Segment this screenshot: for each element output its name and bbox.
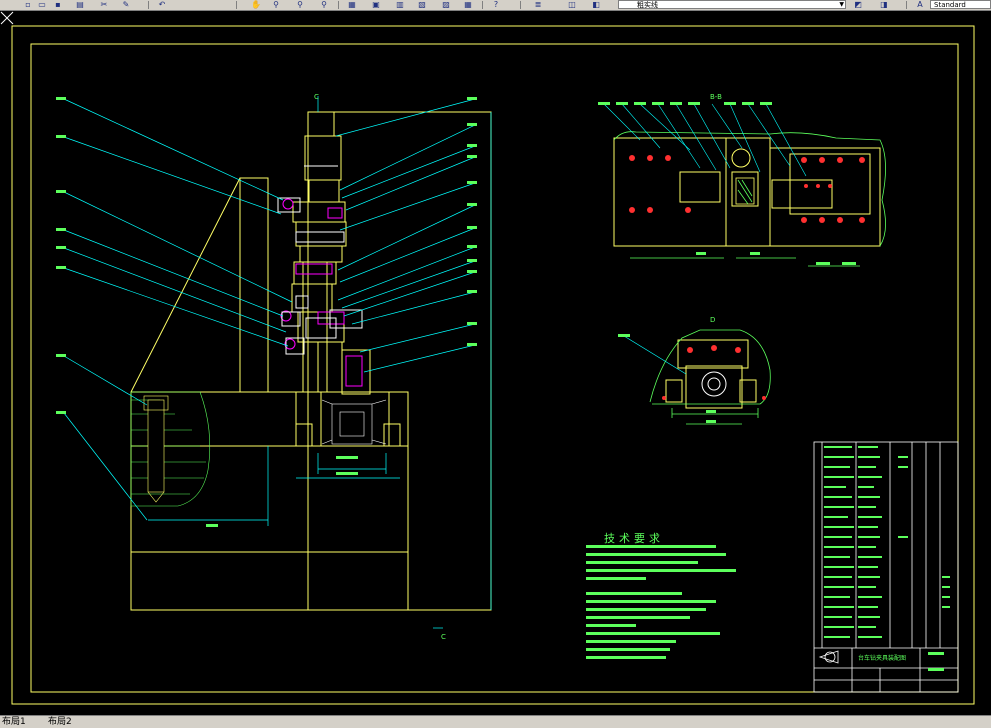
white-parts <box>277 165 363 355</box>
main-view <box>130 111 492 611</box>
title-block-logo <box>818 650 839 664</box>
style-combo-value: Standard <box>934 1 966 9</box>
text-style-icon[interactable]: A <box>914 0 926 9</box>
leader-lines <box>63 96 492 629</box>
layer-state-icon[interactable]: ◫ <box>566 0 578 9</box>
zoom-previous-icon[interactable]: ⚲ <box>318 0 330 9</box>
drawing-svg: 台车钻夹具装配图 C C B-B D <box>11 25 975 705</box>
tech-requirements-title: 技术要求 <box>604 532 664 545</box>
leader-labels <box>56 97 477 527</box>
section-bb <box>613 137 881 247</box>
layers-icon[interactable]: ≣ <box>532 0 544 9</box>
layer-combo-value: 粗实线 <box>637 1 658 9</box>
layer-match-icon[interactable]: ◨ <box>878 0 890 9</box>
chevron-down-icon[interactable]: ▼ <box>839 1 844 9</box>
layer-combo[interactable]: 粗实线 ▼ <box>618 0 846 9</box>
drawing-canvas[interactable]: 台车钻夹具装配图 C C B-B D 技术要求 <box>0 11 991 715</box>
section-bb-leaders <box>603 103 807 177</box>
pan-icon[interactable]: ✋ <box>250 0 262 9</box>
layout-tabs-bar: 布局1 布局2 <box>0 715 991 728</box>
new-icon[interactable]: ▫ <box>22 0 34 9</box>
view-d-green <box>649 329 771 425</box>
title-block-name: 台车钻夹具装配图 <box>858 654 906 662</box>
section-label-bb: B-B <box>710 93 722 101</box>
make-current-icon[interactable]: ◩ <box>852 0 864 9</box>
design-center-icon[interactable]: ▣ <box>370 0 382 9</box>
zoom-realtime-icon[interactable]: ⚲ <box>270 0 282 9</box>
hatched-sections <box>130 391 387 507</box>
outer-frame <box>11 25 975 705</box>
help-icon[interactable]: ? <box>490 0 502 9</box>
section-label-d: D <box>710 316 715 324</box>
print-icon[interactable]: ▤ <box>74 0 86 9</box>
tab-layout2[interactable]: 布局2 <box>48 717 72 727</box>
inner-frame <box>30 43 959 693</box>
style-combo[interactable]: Standard <box>930 0 991 9</box>
ucs-icon <box>0 11 14 25</box>
section-label-c-top: C <box>314 93 319 101</box>
calculator-icon[interactable]: ▦ <box>462 0 474 9</box>
save-icon[interactable]: ▪ <box>52 0 64 9</box>
view-d <box>665 339 757 409</box>
section-label-c-bottom: C <box>441 633 446 641</box>
cut-icon[interactable]: ✂ <box>98 0 110 9</box>
properties-icon[interactable]: ▦ <box>346 0 358 9</box>
layer-previous-icon[interactable]: ◧ <box>590 0 602 9</box>
parts-list-text <box>824 446 950 671</box>
sheet-set-icon[interactable]: ▧ <box>416 0 428 9</box>
view-d-leader <box>623 335 687 375</box>
standard-toolbar: ▫ ▭ ▪ ▤ ✂ ✎ ↶ ✋ ⚲ ⚲ ⚲ ▦ ▣ ▥ ▧ ▨ ▦ ? ≣ ◫ … <box>0 0 991 11</box>
tool-palettes-icon[interactable]: ▥ <box>394 0 406 9</box>
magenta-parts <box>280 198 363 387</box>
tab-layout1[interactable]: 布局1 <box>2 717 26 727</box>
markup-icon[interactable]: ▨ <box>440 0 452 9</box>
undo-icon[interactable]: ↶ <box>156 0 168 9</box>
tech-requirements-lines <box>586 545 736 659</box>
view-d-leader-label <box>618 334 630 337</box>
match-properties-icon[interactable]: ✎ <box>120 0 132 9</box>
open-icon[interactable]: ▭ <box>36 0 48 9</box>
zoom-window-icon[interactable]: ⚲ <box>294 0 306 9</box>
